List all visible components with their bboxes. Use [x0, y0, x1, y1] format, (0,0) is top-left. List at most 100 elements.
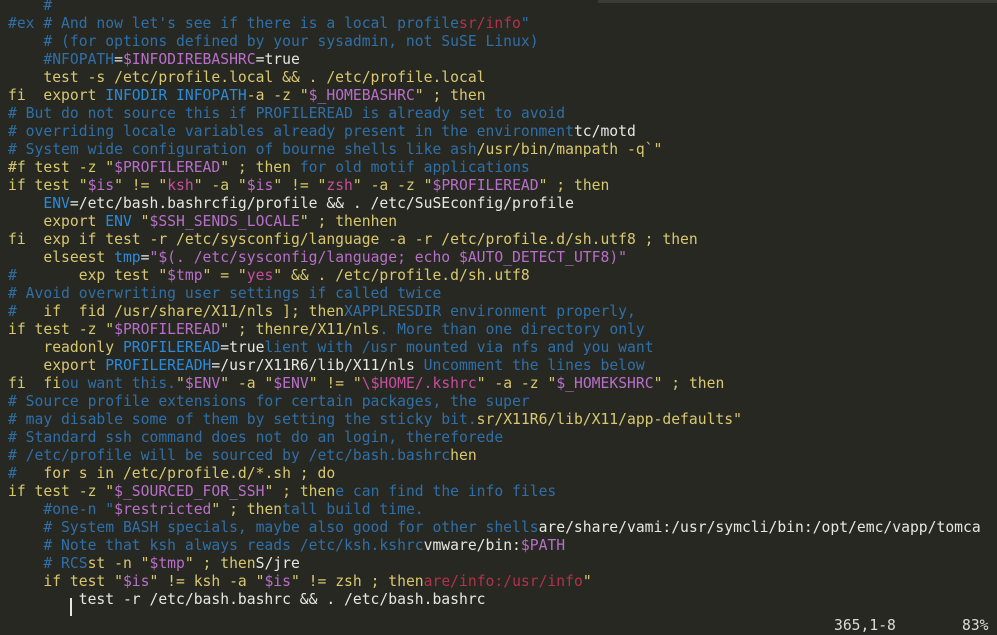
code-token: S/jre — [255, 555, 300, 572]
code-token: " = " — [202, 267, 247, 284]
code-token: $restricted — [114, 501, 212, 518]
code-token: if test " — [8, 573, 123, 590]
code-line: elseest tmp="$(. /etc/sysconfig/language… — [8, 249, 981, 267]
code-line: # may disable some of them by setting th… — [8, 411, 981, 429]
code-token: # Source profile extensions for certain … — [8, 393, 530, 410]
code-token: test -r /etc/bash.bashrc && . /etc/bash.… — [8, 591, 486, 608]
code-token: XAPPLRESDIR environment properly, — [344, 303, 636, 320]
code-token: ENV — [105, 213, 141, 230]
code-token: " — [582, 573, 592, 590]
code-token: $tmp — [167, 267, 203, 284]
code-token: #f test -z " — [8, 159, 115, 176]
code-token: # But do not source this if PROFILEREAD … — [8, 105, 566, 122]
code-token: -a -z " — [246, 87, 309, 104]
code-token: $_HOMEKSHRC — [556, 375, 654, 392]
code-token: if fid /usr/share/X11/nls ]; then — [43, 303, 345, 320]
code-token: " -a -z " — [476, 375, 557, 392]
code-token: " — [520, 15, 530, 32]
code-token: if test " — [8, 177, 88, 194]
code-token: tall build time. — [282, 501, 424, 518]
code-token: PROFILEREAD — [122, 339, 221, 356]
code-token: # (for options defined by your sysadmin,… — [8, 33, 539, 50]
code-token: ou want this. — [61, 375, 177, 392]
code-token: $INFODIREBASHRC — [122, 51, 256, 68]
code-token: " ; then — [220, 159, 300, 176]
code-token: " ; then — [653, 375, 725, 392]
code-line: #ex # And now let's see if there is a lo… — [8, 15, 981, 33]
code-token: $_SOURCED_FOR_SSH — [114, 483, 265, 500]
code-token: /usr/bin/manpath -q`" — [476, 141, 663, 158]
code-token: export — [43, 87, 106, 104]
code-line: # /etc/profile will be sourced by /etc/b… — [8, 447, 981, 465]
code-token: elseest — [8, 249, 115, 266]
code-line: readonly PROFILEREAD=truelient with /usr… — [8, 339, 981, 357]
code-line: # Source profile extensions for certain … — [8, 393, 981, 411]
code-token: " != ksh -a " — [149, 573, 265, 590]
code-line: # System wide configuration of bourne sh… — [8, 141, 981, 159]
code-token: " ; then — [211, 501, 283, 518]
code-token: $tmp — [149, 555, 185, 572]
code-token: tmp — [114, 249, 141, 266]
code-line: #NFOPATH=$INFODIREBASHRC=true — [8, 51, 981, 69]
code-token: " -a -z " — [352, 177, 433, 194]
code-token: lient with /usr mounted via nfs and you … — [264, 339, 654, 356]
code-token: # System BASH specials, maybe also good … — [8, 519, 539, 536]
code-token: export — [8, 213, 106, 230]
code-line: fi fiou want this."$ENV" -a "$ENV" != "\… — [8, 375, 981, 393]
code-token: " — [176, 375, 185, 392]
code-token: for s in /etc/profile.d/*.sh ; do — [43, 465, 336, 482]
code-line: test -r /etc/bash.bashrc && . /etc/bash.… — [8, 591, 981, 609]
code-token: $ENV — [184, 375, 221, 392]
code-token: # overriding locale variables already pr… — [8, 123, 574, 140]
code-token: #ex # And now let's see if there is a lo… — [8, 15, 459, 32]
code-line: fi exp if test -r /etc/sysconfig/languag… — [8, 231, 981, 249]
code-token: " ; then — [264, 483, 336, 500]
code-token: # — [8, 465, 44, 482]
code-token: fi — [8, 375, 44, 392]
code-token: INFODIR INFOPATH — [105, 87, 247, 104]
code-token: =/etc/bash.bashrcfig/profile && . /etc/S… — [69, 195, 574, 212]
editor-buffer[interactable]: # #ex # And now let's see if there is a l… — [8, 0, 981, 609]
code-token: vmware/bin: — [423, 537, 521, 554]
code-token: fi — [8, 87, 44, 104]
code-token: $PROFILEREAD — [114, 159, 221, 176]
code-token: yes — [246, 267, 274, 284]
code-line: # (for options defined by your sysadmin,… — [8, 33, 981, 51]
code-line: if test "$is" != "ksh" -a "$is" != "zsh"… — [8, 177, 981, 195]
code-line: if test -z "$_SOURCED_FOR_SSH" ; thene c… — [8, 483, 981, 501]
code-token: # System wide configuration of bourne sh… — [8, 141, 477, 158]
code-token: " != " — [273, 177, 327, 194]
code-token: " != " — [308, 375, 362, 392]
code-token: #one-n " — [8, 501, 115, 518]
code-token: . More than one directory only — [379, 321, 645, 338]
code-token: \$HOME/.kshrc — [361, 375, 477, 392]
code-token: " ; then — [414, 87, 486, 104]
code-token: " ; then — [538, 177, 610, 194]
terminal-window[interactable]: # #ex # And now let's see if there is a l… — [0, 0, 997, 635]
code-token: ksh — [167, 177, 194, 194]
code-token: " -a " — [193, 177, 247, 194]
code-token: $_HOMEBASHRC — [308, 87, 415, 104]
code-token: PROFILEREADH — [105, 357, 212, 374]
code-token: $is — [264, 573, 291, 590]
code-token: " != zsh ; then — [291, 573, 424, 590]
code-line: export ENV "$SSH_SENDS_LOCALE" ; thenhen — [8, 213, 981, 231]
code-token: fi — [43, 375, 62, 392]
code-token: #NFOPATH — [8, 51, 115, 68]
code-token: = — [114, 51, 123, 68]
code-token: $is — [122, 573, 150, 590]
code-token: if test -z " — [8, 483, 115, 500]
code-line: export PROFILEREADH=/usr/X11R6/lib/X11/n… — [8, 357, 981, 375]
code-token: # Standard ssh command does not do an lo… — [8, 429, 504, 446]
code-token: # Note that ksh always reads /etc/ksh.ks… — [8, 537, 424, 554]
code-token: readonly — [8, 339, 123, 356]
code-token: tc/motd — [573, 123, 636, 140]
code-token: # /etc/profile will be sourced by /etc/b… — [8, 447, 451, 464]
code-token: = — [140, 249, 150, 266]
code-token: =/usr/X11R6/lib/X11/nls — [211, 357, 424, 374]
code-line: # System BASH specials, maybe also good … — [8, 519, 980, 537]
code-token: $is — [246, 177, 274, 194]
code-token: for old motif applications — [299, 159, 530, 176]
code-line: # overriding locale variables already pr… — [8, 123, 981, 141]
code-token: are/info:/usr/info — [423, 573, 583, 590]
